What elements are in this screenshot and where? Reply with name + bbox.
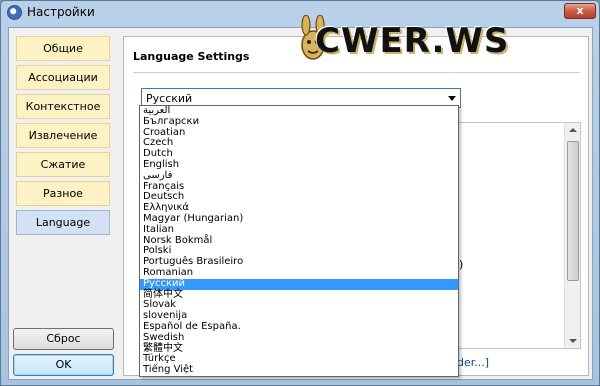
nav-item-associations[interactable]: Ассоциации: [16, 65, 110, 90]
scroll-down-icon[interactable]: [569, 339, 577, 343]
language-option[interactable]: فارسی: [140, 170, 458, 182]
partial-text: ): [459, 258, 464, 271]
chevron-down-icon[interactable]: [448, 96, 456, 101]
language-option[interactable]: Norsk Bokmål: [140, 235, 458, 247]
language-option[interactable]: Български: [140, 116, 458, 128]
nav-item-compression[interactable]: Сжатие: [16, 152, 110, 177]
scroll-up-icon[interactable]: [569, 128, 577, 132]
language-option[interactable]: 繁體中文: [140, 343, 458, 355]
language-option[interactable]: Magyar (Hungarian): [140, 213, 458, 225]
language-option[interactable]: Italian: [140, 224, 458, 236]
language-option[interactable]: Czech: [140, 138, 458, 149]
language-option[interactable]: English: [140, 159, 458, 171]
close-icon: x: [576, 4, 584, 17]
app-icon: [7, 5, 22, 20]
language-option[interactable]: Español de España.: [140, 321, 458, 333]
ok-button[interactable]: OK: [13, 354, 114, 376]
language-option[interactable]: Français: [140, 181, 458, 193]
settings-window: Настройки x Общие Ассоциации Контекстное…: [0, 0, 600, 386]
language-option[interactable]: Romanian: [140, 267, 458, 279]
nav-item-extraction[interactable]: Извлечение: [16, 123, 110, 148]
window-title: Настройки: [27, 5, 95, 19]
panel-heading: Language Settings: [133, 50, 250, 63]
reset-button[interactable]: Сброс: [13, 328, 114, 350]
language-option[interactable]: Slovak: [140, 300, 458, 311]
partial-link[interactable]: der...]: [457, 356, 489, 369]
language-option[interactable]: 简体中文: [140, 289, 458, 301]
watermark-text: CWER.WS: [315, 21, 510, 61]
watermark-logo: CWER.WS: [293, 15, 508, 67]
scrollbar[interactable]: [564, 123, 580, 348]
language-select-value: Русский: [146, 92, 193, 105]
nav-item-language[interactable]: Language: [16, 210, 110, 235]
language-option[interactable]: Tiếng Việt: [140, 364, 458, 376]
language-option[interactable]: Dutch: [140, 148, 458, 160]
language-option[interactable]: Swedish: [140, 332, 458, 344]
nav-item-general[interactable]: Общие: [16, 36, 110, 61]
language-dropdown-list[interactable]: العربية Български Croatian Czech Dutch E…: [139, 105, 459, 377]
scroll-thumb[interactable]: [567, 141, 579, 281]
nav-item-context-menu[interactable]: Контекстное меню: [16, 94, 110, 136]
heading-divider: [133, 72, 580, 73]
close-button[interactable]: x: [564, 3, 596, 19]
language-option[interactable]: Croatian: [140, 127, 458, 139]
language-option-selected[interactable]: Русский: [140, 278, 458, 290]
nav-item-misc[interactable]: Разное: [16, 181, 110, 206]
